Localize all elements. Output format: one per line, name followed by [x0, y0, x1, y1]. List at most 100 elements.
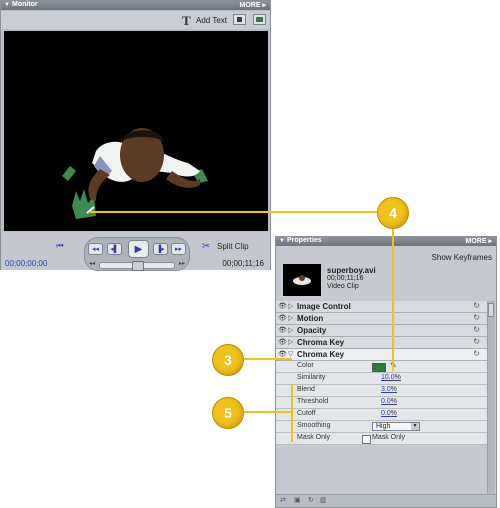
callout-3: 3	[212, 344, 244, 376]
effect-name: Motion	[297, 314, 324, 323]
monitor-more-menu[interactable]: MORE ▸	[240, 1, 266, 9]
footer-delete-icon[interactable]: ▥	[320, 496, 327, 504]
callout-5: 5	[212, 397, 244, 429]
show-keyframes-button[interactable]: Show Keyframes	[432, 253, 492, 262]
shuttle-slider[interactable]	[99, 261, 175, 271]
step-forward-button[interactable]: ▸▸	[171, 243, 186, 255]
param-smoothing: Smoothing High ▼	[276, 421, 488, 433]
duration-timecode: 00;00;11;16	[222, 259, 264, 268]
properties-title: Properties	[287, 237, 322, 244]
param-label: Smoothing	[297, 422, 331, 429]
reset-icon[interactable]: ↻	[473, 325, 480, 334]
keyed-boy-image	[62, 128, 208, 219]
reset-icon[interactable]: ↻	[473, 349, 480, 358]
add-text-button[interactable]: Add Text	[196, 16, 227, 25]
safe-margins-button[interactable]	[233, 14, 246, 25]
param-label: Cutoff	[297, 410, 316, 417]
clip-name: superboy.avi	[327, 266, 376, 275]
eye-icon[interactable]: 👁	[278, 326, 287, 334]
reset-icon[interactable]: ↻	[473, 337, 480, 346]
effect-row-opacity[interactable]: 👁 ▷ Opacity ↻	[276, 325, 488, 337]
effect-row-chroma-key-1[interactable]: 👁 ▷ Chroma Key ↻	[276, 337, 488, 349]
monitor-title-bar: ▼ Monitor MORE ▸	[1, 1, 270, 10]
current-timecode[interactable]: 00;00;00;00	[5, 259, 47, 268]
split-clip-button[interactable]: Split Clip	[217, 242, 249, 251]
play-button[interactable]: ▶	[128, 240, 149, 258]
param-label: Threshold	[297, 398, 329, 405]
reset-icon[interactable]: ↻	[473, 313, 480, 322]
collapse-triangle-icon[interactable]: ▼	[279, 238, 285, 244]
properties-footer: ⇄ ▣ ↻ ▥	[276, 494, 496, 507]
eye-icon[interactable]: 👁	[278, 314, 287, 322]
param-cutoff: Cutoff 0.0%	[276, 409, 488, 421]
monitor-toolbar: T Add Text	[1, 11, 270, 29]
param-mask-only: Mask Only Mask Only	[276, 433, 488, 445]
chevron-down-icon: ▼	[411, 423, 419, 430]
eye-icon[interactable]: 👁	[278, 338, 287, 346]
monitor-controls: ⏮ ◂◂ ◂▌ ▶ ▐▸ ▸▸ ◂◂ ▸▸ ✂ Split Clip 00;00…	[1, 232, 270, 271]
shuttle-knob[interactable]	[132, 261, 144, 271]
footer-lock-icon[interactable]: ▣	[294, 496, 301, 504]
param-label: Blend	[297, 386, 315, 393]
callout-5-bracket	[291, 384, 293, 442]
clip-type: Video Clip	[327, 283, 359, 290]
split-clip-icon[interactable]: ✂	[202, 241, 210, 252]
smoothing-select[interactable]: High ▼	[372, 422, 420, 431]
blend-value[interactable]: 3.0%	[381, 386, 397, 393]
callout-3-leader	[240, 358, 292, 360]
cutoff-value[interactable]: 0.0%	[381, 410, 397, 417]
effect-row-image-control[interactable]: 👁 ▷ Image Control ↻	[276, 301, 488, 313]
output-toggle-button[interactable]	[253, 14, 266, 25]
go-to-start-button[interactable]: ⏮	[53, 241, 67, 252]
properties-more-menu[interactable]: MORE ▸	[466, 237, 492, 245]
callout-4: 4	[377, 197, 409, 229]
collapse-triangle-icon[interactable]: ▽	[288, 350, 293, 358]
clip-thumbnail	[283, 264, 321, 296]
mask-only-checkbox-label: Mask Only	[372, 434, 406, 441]
param-blend: Blend 3.0%	[276, 385, 488, 397]
expand-triangle-icon[interactable]: ▷	[288, 302, 293, 310]
monitor-panel: ▼ Monitor MORE ▸ T Add Text ⏮ ◂◂ ◂▌ ▶ ▐▸…	[0, 0, 271, 271]
smoothing-selected-value: High	[376, 423, 391, 430]
shuttle-left-icon: ◂◂	[89, 261, 96, 267]
properties-scrollbar[interactable]	[487, 301, 495, 497]
threshold-value[interactable]: 0.0%	[381, 398, 397, 405]
transport-controls: ◂◂ ◂▌ ▶ ▐▸ ▸▸ ◂◂ ▸▸	[84, 237, 190, 271]
collapse-triangle-icon[interactable]: ▼	[4, 2, 10, 8]
effect-name: Chroma Key	[297, 350, 345, 359]
effect-row-chroma-key-2[interactable]: 👁 ▽ Chroma Key ↻	[276, 349, 488, 361]
callout-5-leader	[242, 411, 292, 413]
expand-triangle-icon[interactable]: ▷	[288, 314, 293, 322]
step-back-button[interactable]: ◂◂	[88, 243, 103, 255]
video-preview[interactable]	[4, 31, 268, 231]
effect-name: Opacity	[297, 326, 327, 335]
footer-tool-icon[interactable]: ⇄	[280, 496, 286, 504]
param-label: Mask Only	[297, 434, 331, 441]
monitor-title: Monitor	[12, 1, 38, 8]
param-threshold: Threshold 0.0%	[276, 397, 488, 409]
footer-reset-icon[interactable]: ↻	[308, 496, 314, 504]
safe-margins-icon	[237, 17, 242, 22]
clip-info: superboy.avi 00;00;11;16 Video Clip	[280, 262, 494, 300]
eye-icon[interactable]: 👁	[278, 350, 287, 358]
similarity-value[interactable]: 10.0%	[381, 374, 401, 381]
effect-name: Image Control	[297, 302, 351, 311]
callout-4-leader	[90, 211, 378, 213]
param-label: Color	[297, 362, 314, 369]
frame-forward-button[interactable]: ▐▸	[153, 243, 168, 255]
reset-icon[interactable]: ↻	[473, 301, 480, 310]
effect-name: Chroma Key	[297, 338, 345, 347]
clip-duration: 00;00;11;16	[327, 275, 364, 282]
shuttle-right-icon: ▸▸	[178, 261, 185, 267]
scroll-thumb[interactable]	[488, 303, 494, 317]
mask-only-checkbox[interactable]	[362, 435, 371, 444]
param-color: Color ✎	[276, 361, 488, 373]
text-tool-icon[interactable]: T	[182, 13, 191, 29]
expand-triangle-icon[interactable]: ▷	[288, 326, 293, 334]
key-color-swatch[interactable]	[372, 363, 386, 372]
effect-row-motion[interactable]: 👁 ▷ Motion ↻	[276, 313, 488, 325]
expand-triangle-icon[interactable]: ▷	[288, 338, 293, 346]
eye-icon[interactable]: 👁	[278, 302, 287, 310]
frame-back-button[interactable]: ◂▌	[107, 243, 122, 255]
output-icon	[256, 17, 263, 22]
